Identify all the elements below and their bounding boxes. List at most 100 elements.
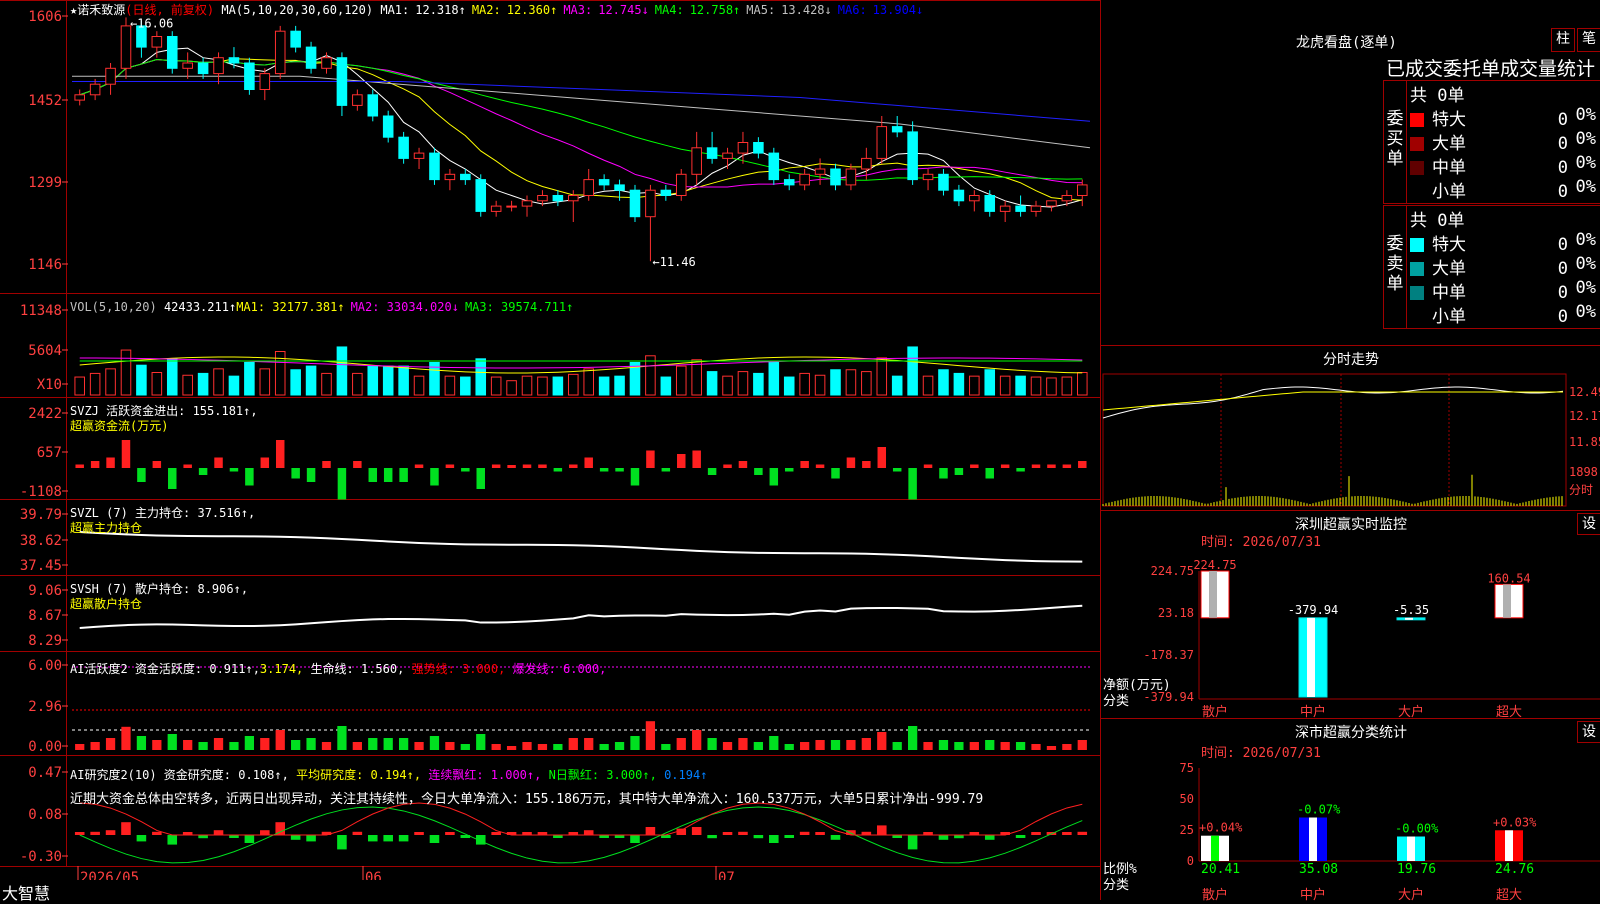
monitor-category: 超大	[1496, 705, 1522, 719]
column-mode-button[interactable]: 柱	[1551, 28, 1575, 52]
svzj-bar	[214, 457, 223, 468]
svzj-bar	[738, 461, 748, 468]
sell-row: 大单 0 0%	[1410, 254, 1600, 279]
buy-row-pct: 0%	[1575, 177, 1596, 197]
candle-body	[290, 30, 301, 48]
ma30-line	[79, 58, 1083, 181]
ai2-bar	[90, 831, 100, 835]
volume-bar	[706, 371, 718, 396]
svzj-bar	[923, 464, 933, 468]
ai1-bar	[476, 734, 486, 750]
ai1-bar	[368, 738, 378, 750]
candle-body	[907, 131, 918, 181]
stats-ylabel: 比例%	[1103, 862, 1137, 877]
buy-color-swatch	[1410, 185, 1424, 199]
volume-bar	[1061, 376, 1073, 396]
candle-body	[783, 179, 795, 186]
candle-body	[984, 195, 996, 212]
svzj-bar	[599, 468, 609, 472]
sell-row: 中单 0 0%	[1410, 278, 1600, 303]
stats-bar-highlight	[1211, 835, 1219, 861]
candle-body	[259, 73, 271, 90]
ai2-bar	[414, 832, 424, 835]
volume-bar	[568, 373, 579, 396]
svzj-bar	[353, 461, 362, 468]
stats-settings-button[interactable]: 设	[1577, 721, 1600, 743]
svzj-bar	[630, 468, 640, 486]
sell-color-swatch	[1410, 262, 1424, 276]
ma2-value: 12.360↑	[506, 3, 558, 17]
svzj-bar	[383, 468, 393, 482]
ai1-bar	[938, 740, 949, 750]
ai1-v3: 生命线: 1.560,	[310, 662, 405, 676]
svzj-bar	[245, 468, 254, 486]
ai1-bar	[553, 744, 563, 750]
ai1-bar	[414, 742, 424, 750]
svzj-bar	[584, 457, 593, 468]
svzj-bar	[368, 468, 378, 482]
buy-color-swatch	[1410, 113, 1424, 127]
monitor-bar-highlight	[1503, 584, 1511, 618]
date-label: 2026/05	[80, 870, 139, 880]
ai2-bar	[645, 827, 656, 835]
volume-bar	[398, 365, 409, 396]
volume-bar	[999, 375, 1011, 396]
volume-bar	[691, 359, 702, 396]
svzj-bar	[954, 468, 964, 475]
sell-color-swatch	[1410, 238, 1424, 252]
stroke-mode-button[interactable]: 笔	[1577, 28, 1600, 52]
stats-axis-label: 50	[1180, 792, 1194, 806]
ai2-axis-tick: -0.30	[20, 849, 62, 865]
volume-bar	[645, 355, 656, 396]
ai2-label: AI研究度2(10) 资金研究度: 0.108↑,	[70, 768, 289, 782]
candle-body	[166, 36, 178, 69]
svzj-bar	[137, 468, 146, 482]
stats-bar-value: 20.41	[1201, 862, 1240, 877]
buy-row: 中单 0 0%	[1410, 153, 1600, 178]
intraday-panel[interactable]: 分时走势 12.49 12.17 11.85 1898 分时	[1100, 345, 1600, 510]
stats-bar-delta: +0.03%	[1493, 815, 1537, 829]
main-chart-svg[interactable]: 1606 1452 1299 1146 11348 5604 X10 2422 657 -1108…	[0, 0, 1100, 880]
monitor-bar-highlight	[1307, 617, 1315, 697]
buy-row-label: 中单	[1432, 158, 1466, 178]
intraday-avg-line	[1102, 391, 1563, 411]
ai1-bar	[738, 738, 748, 750]
ai1-bar	[1046, 746, 1057, 750]
volume-bar	[290, 369, 301, 396]
ai1-bar	[306, 738, 316, 750]
svzj-axis-tick: 2422	[28, 406, 62, 422]
buy-row: 小单 0 0%	[1410, 177, 1600, 202]
ai1-bar	[892, 742, 902, 750]
ai1-bar	[846, 740, 856, 750]
date-label: 07	[718, 870, 735, 880]
left-chart-area[interactable]: 1606 1452 1299 1146 11348 5604 X10 2422 657 -1108…	[0, 0, 1100, 880]
svsh-line2: 超赢散户持仓	[70, 597, 143, 611]
volume-bar	[675, 365, 687, 396]
ai1-bar	[599, 744, 609, 750]
buy-row-pct: 0%	[1575, 105, 1596, 125]
svzl-line1: SVZL (7) 主力持仓: 37.516↑,	[70, 506, 256, 520]
svzj-bar	[229, 468, 239, 472]
candle-body	[1015, 205, 1026, 212]
volume-bar	[737, 371, 749, 396]
svzj-bar	[260, 457, 270, 468]
monitor-settings-button[interactable]: 设	[1577, 513, 1600, 535]
candle-body	[614, 184, 625, 191]
svzj-bar	[168, 468, 177, 489]
stats-bar-highlight	[1407, 836, 1415, 861]
monitor-bar-highlight	[1405, 617, 1413, 620]
svzj-bar	[538, 464, 547, 468]
candle-body	[74, 94, 85, 101]
ai2-bar	[1031, 832, 1041, 835]
candle-body	[938, 173, 949, 191]
volume-bar	[799, 372, 810, 396]
price-axis-tick: 1146	[28, 257, 62, 273]
ai2-bar	[445, 832, 455, 835]
intraday-chart[interactable]: 12.49 12.17 11.85 1898 分时	[1101, 370, 1600, 510]
svzj-bar	[461, 468, 470, 472]
vol-ma2: MA2: 33034.020↓	[350, 300, 459, 314]
svzj-bar	[692, 450, 701, 468]
svzj-bar	[1016, 468, 1025, 472]
ai1-bar	[722, 742, 733, 750]
svzj-bar	[1000, 464, 1010, 468]
